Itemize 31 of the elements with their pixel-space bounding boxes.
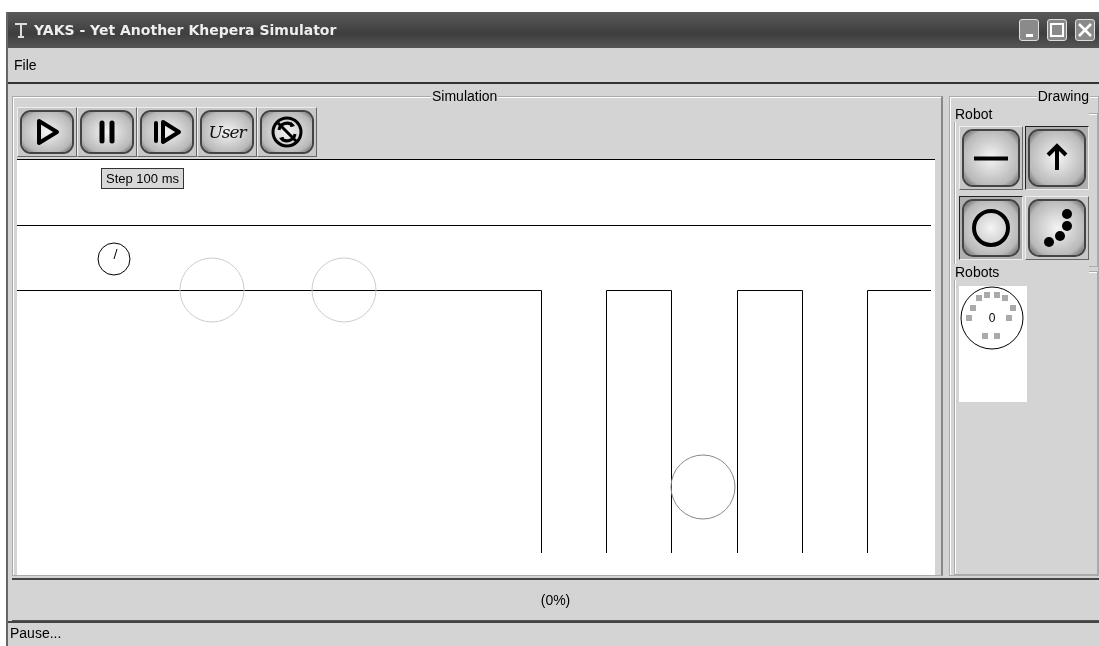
pause-button[interactable] bbox=[77, 107, 137, 157]
minimize-icon bbox=[1025, 33, 1033, 37]
maximize-button[interactable] bbox=[1047, 19, 1067, 41]
group-title: Simulation bbox=[431, 88, 499, 104]
arrow-button[interactable] bbox=[1025, 126, 1089, 190]
menu-item[interactable]: File bbox=[8, 57, 43, 73]
status-bar: Pause... bbox=[8, 621, 1099, 646]
user-button[interactable]: User bbox=[197, 107, 257, 157]
dots-button[interactable] bbox=[1025, 196, 1089, 260]
tooltip: Step 100 ms bbox=[101, 168, 184, 189]
obstacle-drawing bbox=[179, 257, 245, 323]
minimize-button[interactable] bbox=[1019, 19, 1039, 41]
reset-button[interactable] bbox=[257, 107, 317, 157]
line-button[interactable] bbox=[959, 126, 1023, 190]
group-title: Robot bbox=[954, 106, 1089, 122]
circle-button[interactable] bbox=[959, 196, 1023, 260]
window-title: YAKS - Yet Another Khepera Simulator bbox=[34, 22, 338, 38]
obstacle-drawing bbox=[670, 454, 736, 520]
step-button[interactable] bbox=[137, 107, 197, 157]
robot-item[interactable]: 0 bbox=[959, 286, 1025, 350]
group-title: Robots bbox=[954, 264, 1089, 280]
maximize-icon bbox=[1050, 23, 1064, 37]
app-icon bbox=[14, 22, 28, 38]
close-icon bbox=[1078, 23, 1092, 37]
line-icon bbox=[974, 155, 1008, 161]
circle-icon bbox=[969, 206, 1013, 250]
obstacle-drawing bbox=[311, 257, 377, 323]
play-button[interactable] bbox=[17, 107, 77, 157]
close-button[interactable] bbox=[1075, 19, 1095, 41]
robot-drawing bbox=[97, 242, 131, 276]
group-title: Drawing bbox=[1036, 88, 1090, 104]
